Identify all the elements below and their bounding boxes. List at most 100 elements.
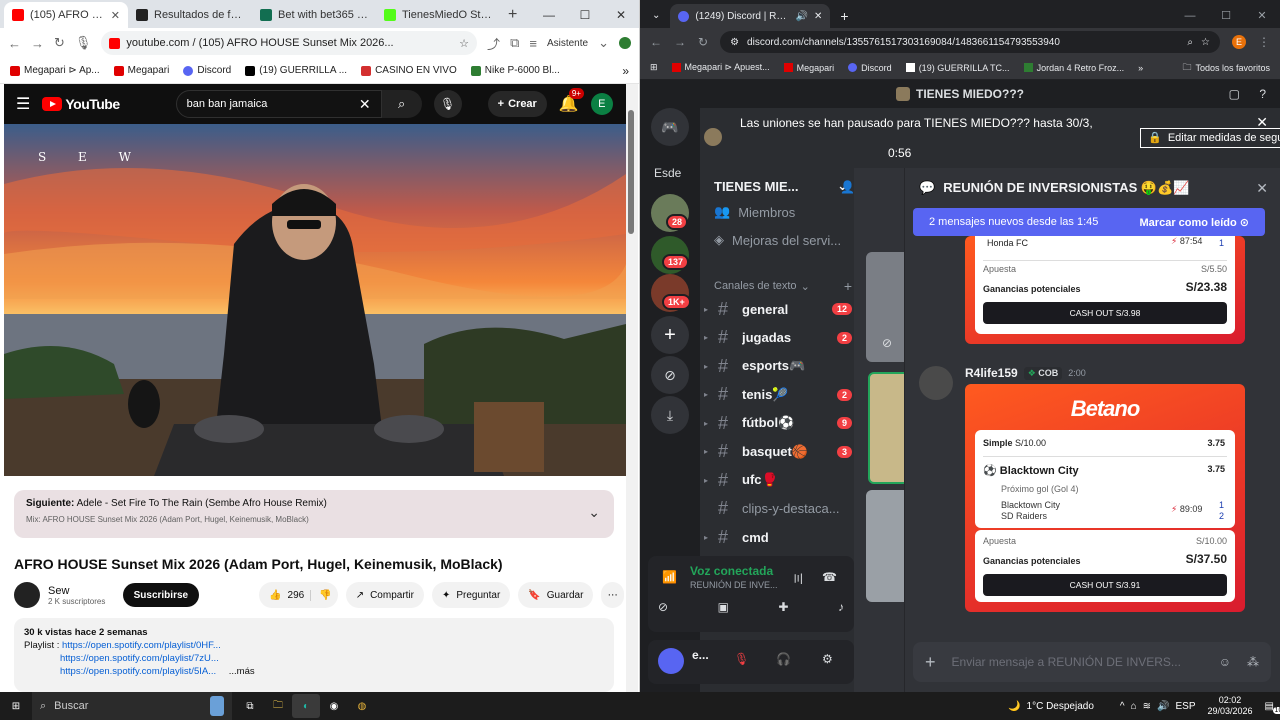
activities-icon[interactable]: ✚ [778, 600, 788, 614]
mic-muted-icon[interactable]: 🎙 [734, 652, 749, 666]
download-icon[interactable]: ⤓ [651, 396, 689, 434]
all-favorites-folder[interactable]: 🗀 Todos los favoritos [1182, 60, 1270, 76]
inbox-icon[interactable]: ▢ [1229, 87, 1240, 101]
more-bookmarks-button[interactable]: » [1138, 63, 1143, 73]
tab-resultados[interactable]: Resultados de fútbol [128, 2, 252, 28]
channel-item[interactable]: ▸ # cmd [704, 524, 852, 550]
clock[interactable]: 02:02 29/03/2026 [1208, 695, 1253, 717]
bookmark-megapari-ap[interactable]: Megapari ⊳ Ap... [10, 65, 100, 76]
close-window-icon[interactable]: ✕ [603, 2, 639, 28]
bookmark-guerrilla[interactable]: (19) GUERRILLA TC... [905, 63, 1010, 73]
channel-item[interactable]: ▸ # fútbol⚽ 9 [704, 410, 852, 436]
emoji-icon[interactable]: ☺ [1219, 655, 1231, 669]
username[interactable]: e... [692, 648, 709, 662]
tab-kick[interactable]: TienesMiedO Stream [376, 2, 500, 28]
bookmark-guerrilla[interactable]: (19) GUERRILLA ... [245, 65, 347, 76]
channel-item[interactable]: ▸ # esports🎮 [704, 353, 852, 379]
more-bookmarks-button[interactable]: » [622, 64, 629, 78]
obs-icon[interactable]: ◉ [320, 694, 348, 718]
clan-tag[interactable]: ❖ COB [1023, 366, 1063, 380]
profile-avatar[interactable] [619, 37, 631, 49]
voice-channel-name[interactable]: REUNIÓN DE INVE... [690, 580, 778, 590]
channel-avatar[interactable] [14, 582, 40, 608]
guild-folder-label[interactable]: Esde [654, 166, 681, 180]
weather-text[interactable]: 1°C Despejado [1027, 701, 1094, 712]
channel-item[interactable]: ▸ # jugadas 2 [704, 325, 852, 351]
menu-icon[interactable]: ☰ [16, 94, 30, 114]
new-tab-button[interactable]: + [500, 2, 525, 28]
screen-share-icon[interactable]: ▣ [718, 600, 729, 614]
headphones-icon[interactable]: 🎧 [776, 652, 791, 666]
help-icon[interactable]: ? [1259, 87, 1266, 101]
channel-item[interactable]: ▸ # ufc🥊 [704, 467, 852, 493]
bookmark-nike[interactable]: Nike P-6000 Bl... [470, 65, 560, 76]
bookmark-discord[interactable]: Discord [848, 63, 892, 73]
taskbar-search[interactable]: ⌕ Buscar [32, 692, 232, 720]
bookmark-megapari[interactable]: Megapari [113, 65, 169, 76]
author-avatar[interactable] [919, 366, 953, 400]
playlist-link[interactable]: https://open.spotify.com/playlist/5IA... [60, 666, 216, 677]
task-view-icon[interactable]: ⧉ [236, 694, 264, 718]
voice-search-button[interactable]: 🎙 [433, 90, 462, 118]
star-icon[interactable]: ☆ [1201, 37, 1210, 48]
bookmark-jordan[interactable]: Jordan 4 Retro Froz... [1023, 63, 1124, 73]
reload-icon[interactable]: ↻ [54, 35, 65, 51]
members-item[interactable]: 👥 Miembros [714, 204, 795, 220]
chrome-icon[interactable]: ◍ [348, 694, 376, 718]
language-indicator[interactable]: ESP [1175, 701, 1195, 712]
close-thread-icon[interactable]: ✕ [1256, 180, 1268, 197]
ask-button[interactable]: ✦ Preguntar [431, 582, 511, 608]
extensions-icon[interactable]: ⧉ [510, 35, 519, 51]
share-icon[interactable]: ⤴ [487, 34, 500, 53]
new-tab-button[interactable]: + [834, 4, 854, 28]
bookmark-megapari[interactable]: Megapari [783, 63, 834, 73]
edit-security-button[interactable]: 🔒 Editar medidas de seguridad [1140, 128, 1280, 148]
voice-status[interactable]: Voz conectada [690, 564, 773, 578]
channel-item[interactable]: ▸ # basquet🏀 3 [704, 439, 852, 465]
minimize-icon[interactable]: — [1172, 4, 1208, 28]
maximize-icon[interactable]: ☐ [1208, 4, 1244, 28]
forward-icon[interactable]: → [31, 36, 44, 51]
network-icon[interactable]: ⌂ [1131, 701, 1137, 712]
reload-icon[interactable]: ↻ [698, 35, 708, 49]
star-icon[interactable]: ☆ [459, 37, 469, 50]
channel-item[interactable]: ▸ # tenis🎾 2 [704, 382, 852, 408]
message-input[interactable]: + Enviar mensaje a REUNIÓN DE INVERS... … [913, 642, 1271, 682]
close-window-icon[interactable]: ✕ [1244, 4, 1280, 28]
address-bar[interactable]: ⚙ discord.com/channels/13557615173031690… [720, 31, 1220, 53]
add-channel-icon[interactable]: + [844, 278, 852, 294]
profile-avatar[interactable]: E [1232, 35, 1246, 49]
chevron-down-icon[interactable]: ⌄ [598, 35, 609, 51]
add-server-icon[interactable]: + [651, 316, 689, 354]
playlist-link[interactable]: https://open.spotify.com/playlist/7zU... [60, 653, 219, 664]
tray-chevron-icon[interactable]: ^ [1120, 701, 1125, 712]
author-name[interactable]: R4life159 [965, 366, 1018, 380]
close-tab-icon[interactable]: ✕ [814, 11, 822, 22]
description-box[interactable]: 30 k vistas hace 2 semanas Playlist : ht… [14, 618, 614, 692]
bet-card-top[interactable]: Honda FC ⚡ 87:54 1 Apuesta S/5.50 Gananc… [965, 236, 1245, 344]
bookmark-discord[interactable]: Discord [183, 65, 231, 76]
account-avatar[interactable]: E [590, 93, 613, 115]
thumbs-down-icon[interactable]: 👎 [310, 589, 332, 601]
search-button[interactable]: ⌕ [381, 90, 422, 118]
bookmark-casino[interactable]: CASINO EN VIVO [361, 65, 457, 76]
add-attachment-icon[interactable]: + [925, 652, 936, 673]
apps-icon[interactable]: ⊞ [650, 62, 658, 73]
soundboard-icon[interactable]: ♪ [838, 600, 844, 614]
close-banner-icon[interactable]: ✕ [1256, 114, 1268, 131]
more-link[interactable]: ...más [229, 666, 255, 677]
notifications-button[interactable]: 🔔 9+ [559, 88, 584, 114]
channel-item[interactable]: ▸ # general 12 [704, 296, 852, 322]
new-messages-bar[interactable]: 2 mensajes nuevos desde las 1:45 Marcar … [913, 208, 1265, 236]
address-bar[interactable]: youtube.com / (105) AFRO HOUSE Sunset Mi… [101, 31, 478, 55]
volume-icon[interactable]: 🔊 [1157, 701, 1169, 712]
channel-item[interactable]: # clips-y-destaca... [704, 496, 852, 522]
settings-icon[interactable]: ⚙ [822, 652, 833, 666]
assistant-button[interactable]: Asistente [547, 38, 588, 49]
notifications-button[interactable]: ▤ 10 [1265, 701, 1280, 714]
more-actions-button[interactable]: ⋯ [601, 582, 624, 608]
chevron-down-icon[interactable]: ⌄ [588, 504, 600, 521]
tab-search-icon[interactable]: ⌄ [646, 4, 666, 28]
mark-read-button[interactable]: Marcar como leído ⊙ [1140, 216, 1249, 229]
tab-discord[interactable]: (1249) Discord | REUNIÓN 🔊 ✕ [670, 4, 831, 28]
